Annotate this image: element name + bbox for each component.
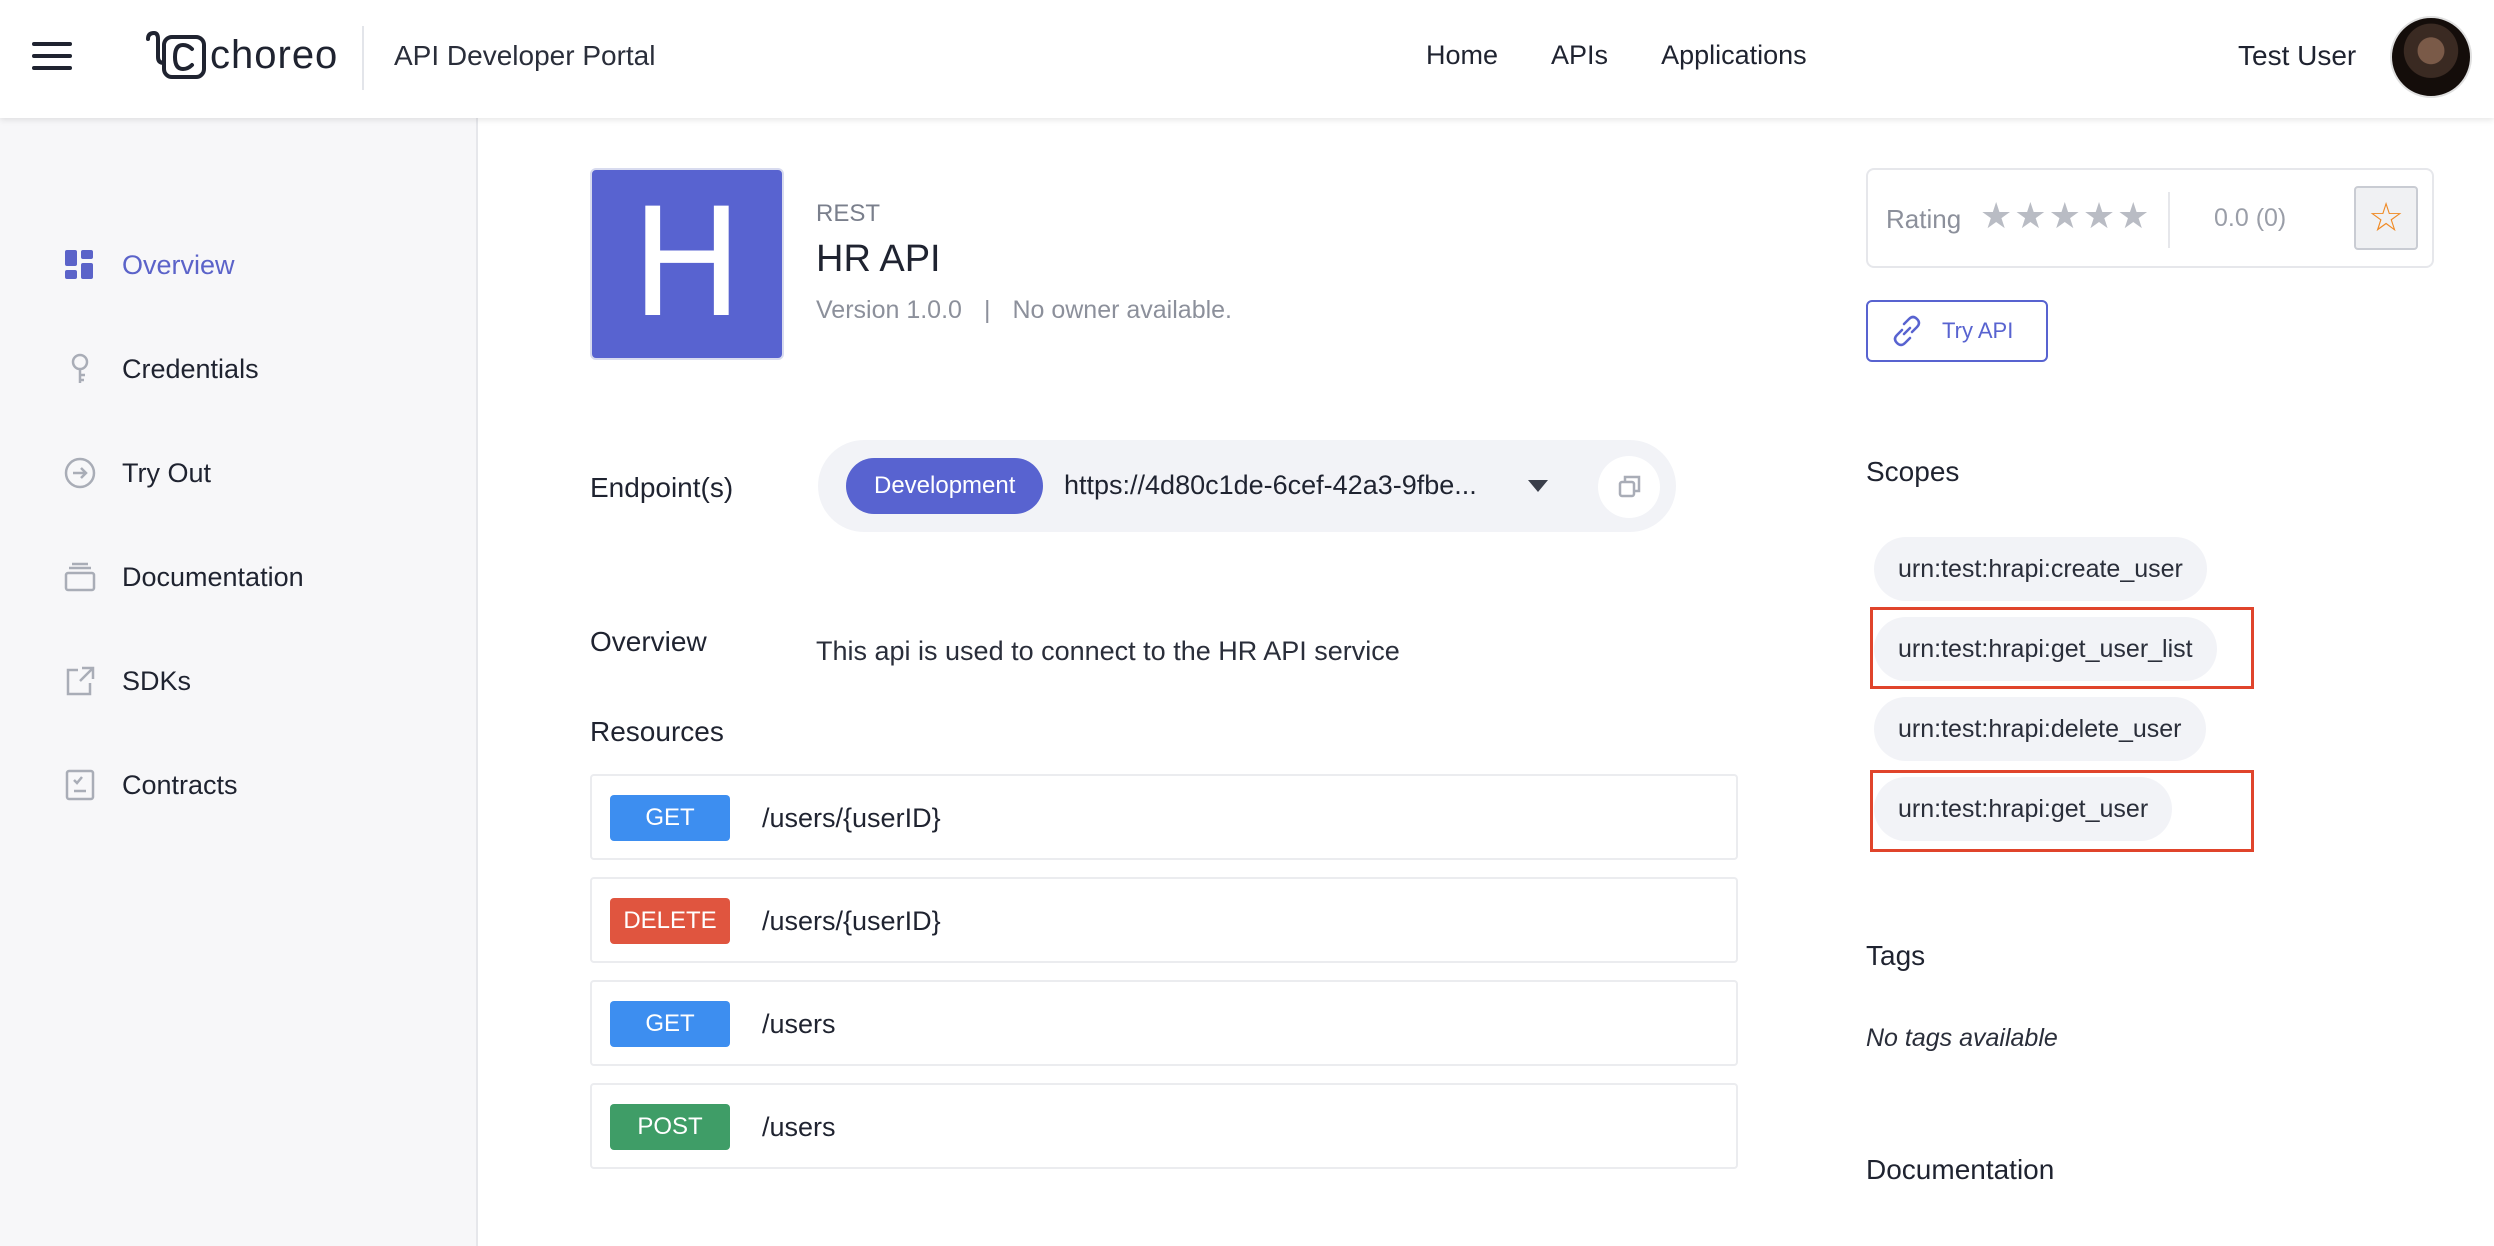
stack-icon — [64, 561, 96, 593]
api-name: HR API — [816, 238, 941, 280]
api-version: Version 1.0.0 — [816, 296, 962, 324]
sidebar-item-overview[interactable]: Overview — [64, 240, 235, 290]
method-badge-get: GET — [610, 1001, 730, 1047]
rating-panel: Rating ★ ★ ★ ★ ★ 0.0 (0) ☆ — [1866, 168, 2434, 268]
meta-separator: | — [983, 296, 991, 324]
rating-divider — [2168, 192, 2170, 248]
overview-text: This api is used to connect to the HR AP… — [816, 636, 1400, 666]
sidebar-item-label: SDKs — [122, 665, 192, 696]
star-outline-icon: ☆ — [2368, 195, 2404, 241]
nav-apis[interactable]: APIs — [1551, 40, 1608, 71]
api-owner: No owner available. — [1012, 296, 1233, 324]
sidebar-item-sdks[interactable]: SDKs — [64, 656, 191, 706]
scope-chip: urn:test:hrapi:delete_user — [1874, 697, 2206, 761]
documentation-label: Documentation — [1866, 1154, 2055, 1185]
grid-icon — [64, 249, 96, 281]
rating-stars: ★ ★ ★ ★ ★ — [1980, 196, 2149, 237]
choreo-logo-mark — [146, 30, 208, 79]
menu-icon[interactable] — [32, 42, 72, 74]
choreo-logo[interactable]: choreo — [146, 30, 338, 80]
sidebar-item-label: Credentials — [122, 353, 259, 384]
api-thumbnail: H — [590, 168, 784, 360]
header-divider — [362, 26, 364, 90]
environment-pill[interactable]: Development — [846, 458, 1044, 514]
sidebar-item-label: Documentation — [122, 561, 304, 592]
sidebar-item-try-out[interactable]: Try Out — [64, 448, 211, 498]
method-badge-post: POST — [610, 1104, 730, 1150]
key-icon — [64, 353, 96, 385]
export-icon — [64, 665, 96, 697]
copy-icon — [1618, 475, 1641, 498]
rating-value: 0.0 (0) — [2214, 204, 2287, 232]
scope-chip: urn:test:hrapi:create_user — [1874, 537, 2207, 601]
favorite-button[interactable]: ☆ — [2354, 186, 2418, 250]
method-badge-get: GET — [610, 795, 730, 841]
resource-path: /users/{userID} — [762, 803, 941, 833]
star-icon[interactable]: ★ — [1980, 196, 2012, 237]
rating-label: Rating — [1886, 204, 1962, 234]
checklist-icon — [64, 769, 96, 801]
sidebar-item-contracts[interactable]: Contracts — [64, 760, 238, 810]
resource-row[interactable]: GET /users — [590, 980, 1738, 1066]
sidebar-item-label: Overview — [122, 249, 235, 280]
resource-row[interactable]: DELETE /users/{userID} — [590, 877, 1738, 963]
method-badge-delete: DELETE — [610, 898, 730, 944]
tags-empty-text: No tags available — [1866, 1024, 2058, 1052]
resource-row[interactable]: POST /users — [590, 1083, 1738, 1169]
main-nav: Home APIs Applications — [1426, 40, 1860, 71]
sidebar-item-label: Contracts — [122, 769, 238, 800]
tags-label: Tags — [1866, 940, 1926, 971]
resources-label: Resources — [590, 716, 724, 747]
endpoint-label: Endpoint(s) — [590, 472, 734, 503]
try-api-label: Try API — [1942, 318, 2014, 343]
copy-button[interactable] — [1598, 456, 1660, 518]
portal-title: API Developer Portal — [394, 40, 656, 71]
sidebar-item-label: Try Out — [122, 457, 212, 488]
star-icon[interactable]: ★ — [2083, 196, 2115, 237]
resource-path: /users — [762, 1112, 836, 1142]
resource-row[interactable]: GET /users/{userID} — [590, 774, 1738, 860]
highlight-box — [1870, 607, 2254, 689]
scopes-label: Scopes — [1866, 456, 1960, 487]
highlight-box — [1870, 770, 2254, 852]
avatar[interactable] — [2390, 16, 2472, 98]
resource-path: /users/{userID} — [762, 906, 941, 936]
star-icon[interactable]: ★ — [2049, 196, 2081, 237]
user-name[interactable]: Test User — [2238, 40, 2356, 72]
logo-text: choreo — [210, 32, 339, 77]
api-type: REST — [816, 200, 881, 227]
star-icon[interactable]: ★ — [2117, 196, 2149, 237]
top-bar: choreo API Developer Portal Home APIs Ap… — [0, 0, 2494, 118]
nav-home[interactable]: Home — [1426, 40, 1498, 71]
api-meta: Version 1.0.0 | No owner available. — [816, 296, 1232, 325]
sidebar-item-documentation[interactable]: Documentation — [64, 552, 304, 602]
try-api-button[interactable]: Try API — [1866, 300, 2048, 362]
api-thumbnail-letter: H — [630, 177, 744, 351]
overview-label: Overview — [590, 626, 707, 657]
star-icon[interactable]: ★ — [2014, 196, 2046, 237]
link-icon — [1893, 315, 1921, 347]
endpoint-url[interactable]: https://4d80c1de-6cef-42a3-9fbe... — [1064, 470, 1477, 501]
resource-path: /users — [762, 1009, 836, 1039]
arrow-circle-icon — [64, 457, 96, 489]
sidebar: Overview Credentials Try Out Documentati… — [0, 118, 478, 1246]
nav-applications[interactable]: Applications — [1661, 40, 1807, 71]
chevron-down-icon[interactable] — [1528, 480, 1548, 492]
endpoint-selector: Development https://4d80c1de-6cef-42a3-9… — [818, 440, 1676, 532]
sidebar-item-credentials[interactable]: Credentials — [64, 344, 259, 394]
